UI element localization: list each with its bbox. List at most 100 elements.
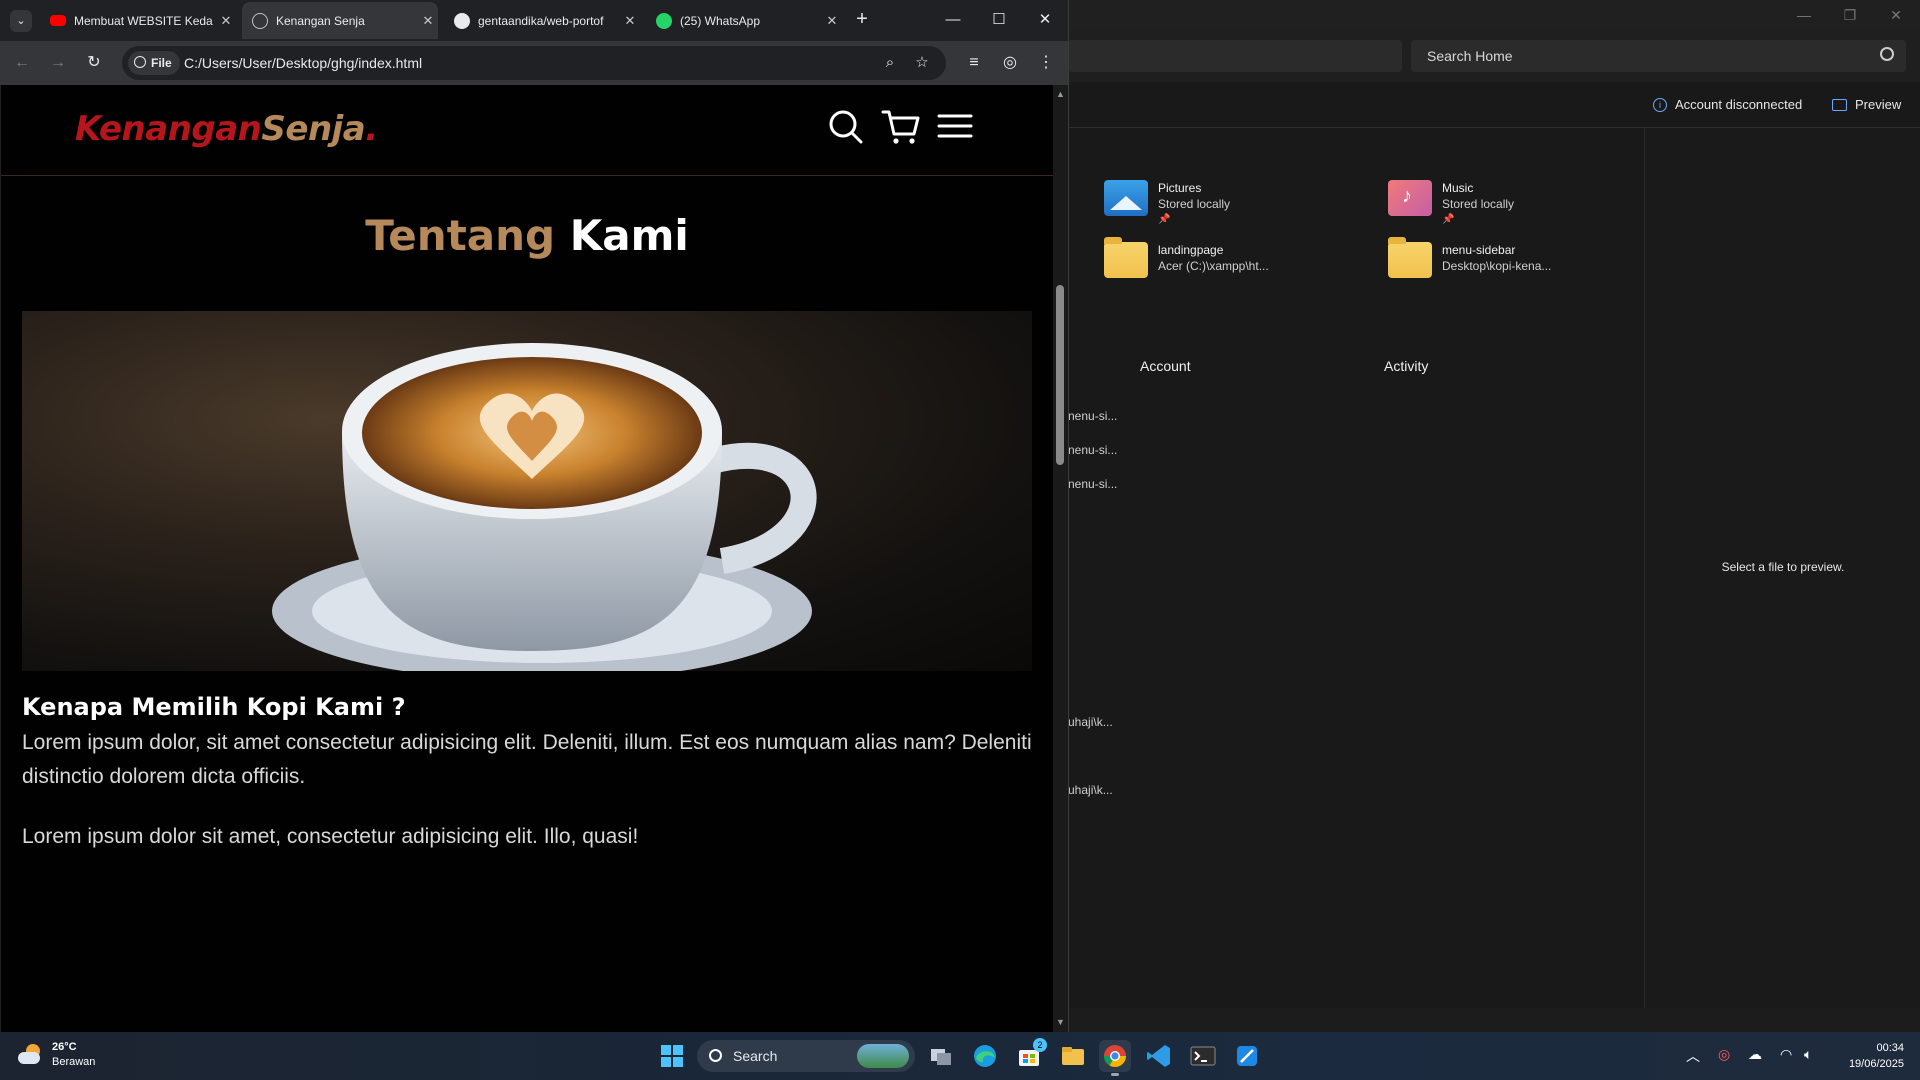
- account-status-label: Account disconnected: [1675, 97, 1803, 112]
- pin-icon: 📌: [1442, 214, 1455, 225]
- bookmark-star-icon[interactable]: ☆: [912, 53, 932, 73]
- maximize-button[interactable]: ☐: [984, 8, 1014, 32]
- forward-button[interactable]: →: [46, 51, 70, 75]
- onedrive-icon[interactable]: ☁: [1748, 1046, 1762, 1063]
- shopping-cart-icon[interactable]: [881, 107, 921, 147]
- quick-access-item-landingpage[interactable]: landingpage Acer (C:)\xampp\ht...: [1104, 237, 1269, 278]
- chrome-taskbar-icon[interactable]: [1099, 1040, 1131, 1076]
- close-tab-icon[interactable]: ✕: [620, 13, 640, 29]
- tab-whatsapp[interactable]: (25) WhatsApp ✕: [646, 2, 842, 39]
- close-tab-icon[interactable]: ✕: [418, 13, 438, 29]
- restore-button[interactable]: ❐: [1836, 4, 1864, 26]
- reading-list-icon[interactable]: ≡: [962, 51, 986, 75]
- scrollbar-thumb[interactable]: [1056, 285, 1064, 465]
- close-button[interactable]: ✕: [1882, 4, 1910, 26]
- zoom-icon[interactable]: ⌕: [880, 53, 900, 73]
- scroll-up-arrow-icon[interactable]: ▲: [1056, 89, 1065, 99]
- weather-cloudy-icon: [18, 1044, 44, 1066]
- tab-search-button[interactable]: ⌄: [10, 10, 32, 32]
- page-scrollbar[interactable]: ▲ ▼: [1053, 85, 1068, 1032]
- url-text[interactable]: C:/Users/User/Desktop/ghg/index.html: [184, 55, 422, 71]
- microsoft-store-icon[interactable]: 2: [1013, 1038, 1047, 1072]
- scroll-down-arrow-icon[interactable]: ▼: [1056, 1017, 1065, 1027]
- search-icon: [709, 1049, 722, 1062]
- about-paragraph: Lorem ipsum dolor, sit amet consectetur …: [22, 731, 1032, 788]
- minimize-button[interactable]: —: [938, 8, 968, 32]
- close-tab-icon[interactable]: ✕: [822, 13, 842, 29]
- new-tab-button[interactable]: +: [850, 8, 874, 31]
- explorer-address-bar[interactable]: [1068, 40, 1402, 72]
- weather-widget[interactable]: 26°C Berawan: [18, 1040, 95, 1070]
- tab-title: Kenangan Senja: [276, 13, 365, 28]
- clock-date: 19/06/2025: [1848, 1058, 1904, 1070]
- globe-icon: [252, 12, 268, 29]
- volume-icon[interactable]: 🔈︎: [1804, 1046, 1812, 1063]
- close-window-button[interactable]: ✕: [1030, 8, 1060, 32]
- about-paragraph: Lorem ipsum dolor sit amet, consectetur …: [22, 825, 639, 848]
- snipping-tool-icon[interactable]: [1231, 1040, 1263, 1072]
- tab-github[interactable]: gentaandika/web-portof ✕: [444, 2, 640, 39]
- hamburger-menu-icon[interactable]: [935, 107, 975, 147]
- minimize-button[interactable]: —: [1790, 4, 1818, 26]
- logo-part-3: .: [365, 109, 378, 149]
- scheme-label: File: [151, 56, 172, 70]
- menu-kebab-icon[interactable]: ⋮: [1034, 51, 1058, 75]
- folder-icon: [1388, 237, 1432, 278]
- tray-app-icon[interactable]: ◎: [1718, 1046, 1730, 1063]
- system-clock[interactable]: 00:34 19/06/2025: [1836, 1040, 1904, 1072]
- close-tab-icon[interactable]: ✕: [216, 13, 236, 29]
- windows-start-icon[interactable]: [656, 1040, 688, 1072]
- show-hidden-icons-chevron-icon[interactable]: ︿: [1686, 1046, 1700, 1066]
- logo-part-2: Senja: [261, 109, 366, 149]
- vscode-icon[interactable]: [1143, 1040, 1175, 1072]
- tab-kenangan-senja[interactable]: Kenangan Senja ✕: [242, 2, 438, 39]
- file-explorer-icon[interactable]: [1057, 1040, 1089, 1072]
- search-icon[interactable]: [826, 107, 866, 147]
- account-status-button[interactable]: i Account disconnected: [1653, 97, 1802, 112]
- windows-taskbar: 26°C Berawan Search 2 ︿ ◎ ☁ ◠ 🔈︎ 00:34 1…: [0, 1032, 1920, 1080]
- site-logo[interactable]: KenanganSenja.: [75, 109, 378, 149]
- reload-button[interactable]: ↻: [82, 51, 106, 75]
- back-button[interactable]: ←: [10, 51, 34, 75]
- web-page: KenanganSenja. Tentang Kami Kenapa Memil…: [1, 85, 1053, 1032]
- recent-file-fragment[interactable]: nenu-si...: [1068, 477, 1117, 491]
- quick-access-item-menu-sidebar[interactable]: menu-sidebar Desktop\kopi-kena...: [1388, 237, 1551, 278]
- omnibox[interactable]: File C:/Users/User/Desktop/ghg/index.htm…: [122, 46, 946, 80]
- profile-icon[interactable]: ◎: [998, 51, 1022, 75]
- tab-title: Membuat WEBSITE Keda: [74, 13, 213, 28]
- explorer-status-bar: [1068, 1008, 1920, 1032]
- chrome-window: ⌄ Membuat WEBSITE Keda ✕ Kenangan Senja …: [0, 0, 1069, 1032]
- wifi-icon[interactable]: ◠: [1780, 1046, 1792, 1063]
- youtube-icon: [50, 15, 66, 26]
- info-icon: [134, 56, 146, 68]
- navigation-bar: ← → ↻ File C:/Users/User/Desktop/ghg/ind…: [0, 41, 1068, 85]
- taskbar-search-box[interactable]: Search: [697, 1040, 915, 1072]
- quick-access-item-pictures[interactable]: Pictures Stored locally 📌: [1104, 180, 1230, 228]
- quick-access-name: Music: [1442, 181, 1474, 195]
- site-navbar: KenanganSenja.: [1, 85, 1053, 176]
- preview-pane-button[interactable]: Preview: [1832, 97, 1901, 112]
- quick-access-name: Pictures: [1158, 181, 1202, 195]
- recent-file-fragment[interactable]: uhaji\k...: [1068, 715, 1113, 729]
- site-info-chip[interactable]: File: [128, 51, 180, 75]
- edge-browser-icon[interactable]: [969, 1040, 1001, 1072]
- quick-access-item-music[interactable]: Music Stored locally 📌: [1388, 180, 1514, 228]
- clock-time: 00:34: [1876, 1042, 1904, 1054]
- section-title-part-1: Tentang: [365, 211, 556, 260]
- section-title-part-2: Kami: [569, 211, 689, 260]
- recent-file-fragment[interactable]: nenu-si...: [1068, 409, 1117, 423]
- folder-icon: [1104, 237, 1148, 278]
- terminal-icon[interactable]: [1187, 1040, 1219, 1072]
- column-header-activity[interactable]: Activity: [1384, 358, 1428, 374]
- tab-title: gentaandika/web-portof: [478, 13, 604, 28]
- column-header-account[interactable]: Account: [1140, 358, 1191, 374]
- quick-access-name: menu-sidebar: [1442, 243, 1516, 257]
- quick-access-sub: Acer (C:)\xampp\ht...: [1158, 259, 1269, 273]
- task-view-icon[interactable]: [925, 1040, 957, 1072]
- taskbar-search-label: Search: [733, 1048, 778, 1064]
- tab-youtube[interactable]: Membuat WEBSITE Keda ✕: [40, 2, 236, 39]
- weather-temperature: 26°C: [52, 1041, 77, 1053]
- explorer-search-box[interactable]: Search Home: [1411, 40, 1906, 72]
- recent-file-fragment[interactable]: nenu-si...: [1068, 443, 1117, 457]
- recent-file-fragment[interactable]: uhaji\k...: [1068, 783, 1113, 797]
